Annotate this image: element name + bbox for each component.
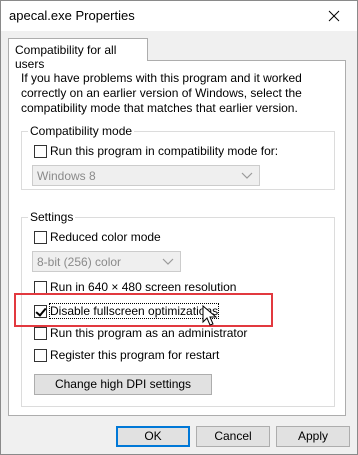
intro-text: If you have problems with this program a… (21, 71, 302, 115)
title-bar: apecal.exe Properties (1, 1, 357, 31)
chevron-down-icon (162, 258, 174, 265)
color-depth-select[interactable]: 8-bit (256) color (32, 251, 181, 272)
run-admin-row[interactable]: Run this program as an administrator (34, 326, 247, 340)
settings-group-label: Settings (28, 210, 76, 224)
change-high-dpi-button[interactable]: Change high DPI settings (34, 374, 212, 395)
compatibility-mode-group: Compatibility mode Run this program in c… (21, 124, 335, 190)
compat-mode-select-value: Windows 8 (37, 169, 96, 183)
register-restart-label: Register this program for restart (50, 348, 220, 362)
mouse-pointer-icon (202, 305, 218, 326)
run-640-label: Run in 640 × 480 screen resolution (50, 280, 237, 294)
chevron-down-icon (241, 172, 253, 179)
properties-window: apecal.exe Properties Compatibility for … (0, 0, 358, 455)
close-button[interactable] (311, 1, 357, 31)
compatibility-mode-group-label: Compatibility mode (28, 124, 135, 138)
run-admin-checkbox[interactable] (34, 326, 47, 340)
register-restart-checkbox[interactable] (34, 348, 47, 362)
reduced-color-label: Reduced color mode (50, 230, 161, 244)
tab-panel: If you have problems with this program a… (8, 60, 346, 416)
close-icon (328, 10, 340, 22)
compat-mode-checkbox-row[interactable]: Run this program in compatibility mode f… (34, 144, 278, 158)
tab-compatibility-all-users[interactable]: Compatibility for all users (8, 38, 148, 71)
highlight-box (14, 293, 273, 327)
compat-mode-checkbox-label: Run this program in compatibility mode f… (50, 144, 279, 158)
compat-mode-checkbox[interactable] (34, 144, 47, 158)
window-title: apecal.exe Properties (9, 8, 135, 23)
reduced-color-checkbox[interactable] (34, 230, 47, 244)
compat-mode-select[interactable]: Windows 8 (32, 165, 260, 186)
ok-button[interactable]: OK (116, 426, 190, 447)
apply-button[interactable]: Apply (276, 426, 350, 447)
run-640-checkbox[interactable] (34, 280, 47, 294)
color-depth-select-value: 8-bit (256) color (37, 255, 122, 269)
register-restart-row[interactable]: Register this program for restart (34, 348, 219, 362)
run-admin-label: Run this program as an administrator (50, 326, 248, 340)
cancel-button[interactable]: Cancel (196, 426, 270, 447)
run-640-row[interactable]: Run in 640 × 480 screen resolution (34, 280, 236, 294)
reduced-color-row[interactable]: Reduced color mode (34, 230, 161, 244)
